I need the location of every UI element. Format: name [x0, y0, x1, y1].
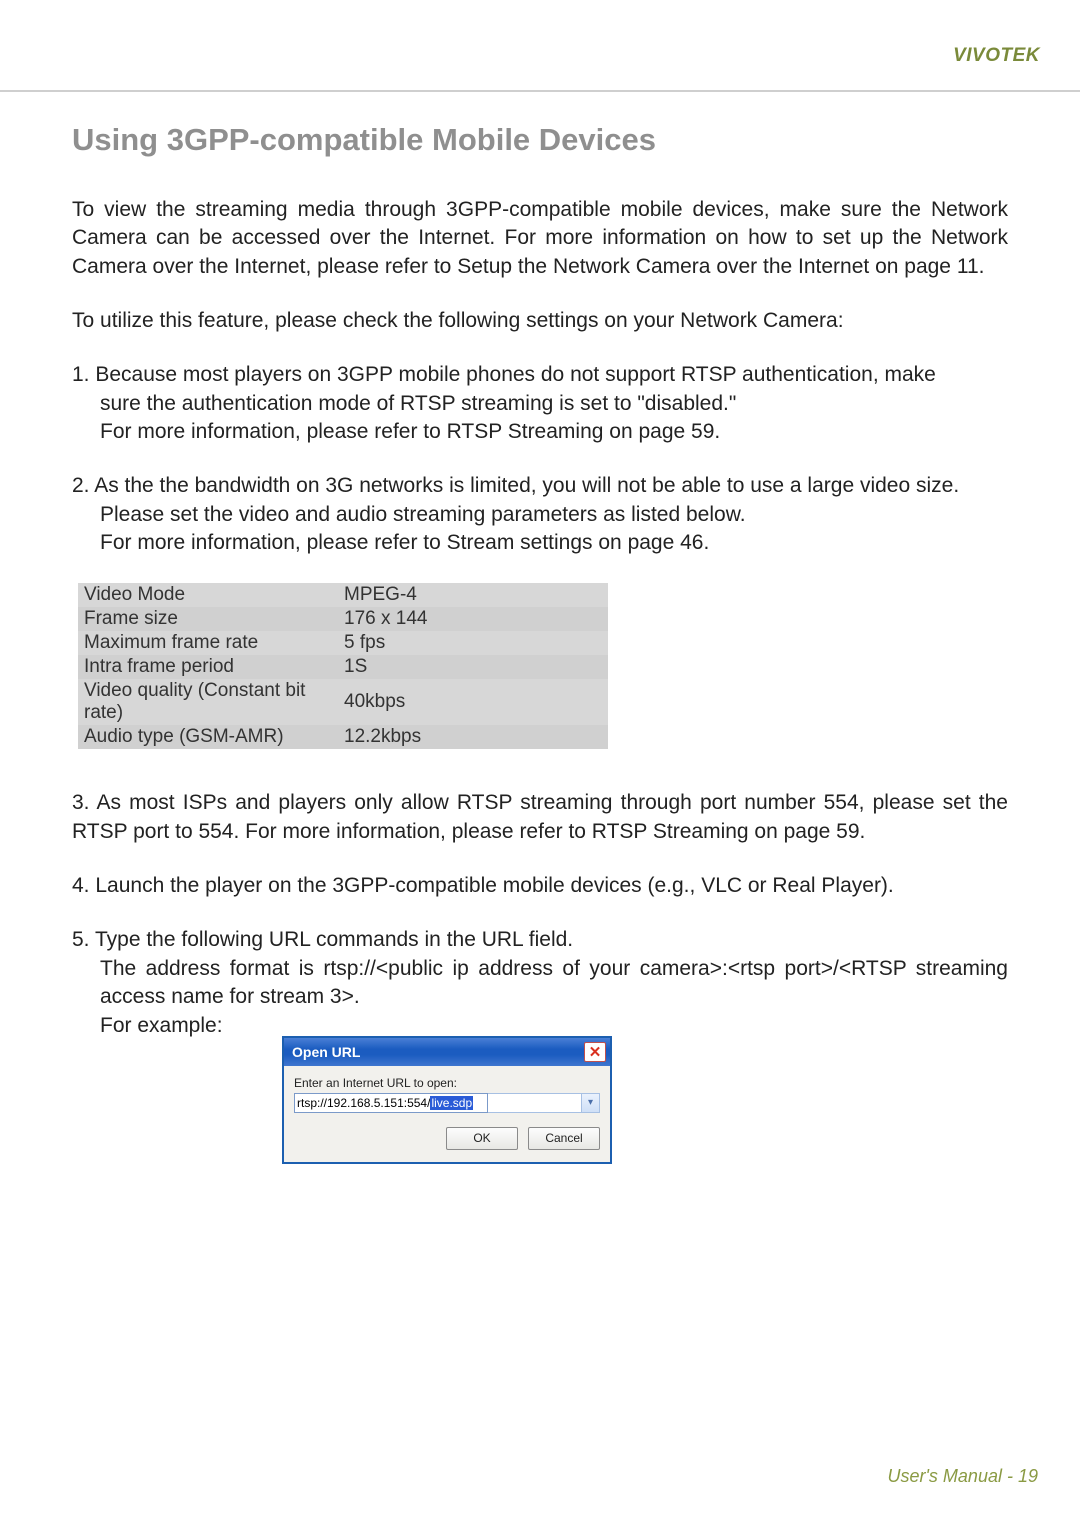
list-item-1-line3: For more information, please refer to RT…	[72, 418, 1008, 446]
cancel-button[interactable]: Cancel	[528, 1127, 600, 1150]
table-row: Intra frame period 1S	[78, 655, 608, 679]
setting-value: 5 fps	[338, 631, 608, 655]
list-item-5-line1: 5. Type the following URL commands in th…	[72, 926, 1008, 954]
list-item-5: 5. Type the following URL commands in th…	[72, 926, 1008, 1039]
settings-table: Video Mode MPEG-4 Frame size 176 x 144 M…	[78, 583, 608, 749]
setting-label: Video quality (Constant bit rate)	[78, 679, 338, 725]
table-row: Video quality (Constant bit rate) 40kbps	[78, 679, 608, 725]
list-item-1: 1. Because most players on 3GPP mobile p…	[72, 361, 1008, 446]
setting-label: Video Mode	[78, 583, 338, 607]
setting-value: 1S	[338, 655, 608, 679]
utilize-paragraph: To utilize this feature, please check th…	[72, 307, 1008, 335]
list-item-2-line1: 2. As the the bandwidth on 3G networks i…	[72, 472, 1008, 500]
url-input-text: rtsp://192.168.5.151:554/	[297, 1096, 430, 1110]
setting-label: Audio type (GSM-AMR)	[78, 725, 338, 749]
close-button[interactable]: ✕	[584, 1042, 606, 1062]
page-header: VIVOTEK	[0, 0, 1080, 90]
setting-value: 12.2kbps	[338, 725, 608, 749]
open-url-dialog: Open URL ✕ Enter an Internet URL to open…	[282, 1036, 612, 1164]
setting-value: 176 x 144	[338, 607, 608, 631]
list-item-1-line2: sure the authentication mode of RTSP str…	[72, 390, 1008, 418]
chevron-down-icon: ▾	[581, 1094, 599, 1112]
close-icon: ✕	[589, 1043, 602, 1061]
list-item-2: 2. As the the bandwidth on 3G networks i…	[72, 472, 1008, 557]
dialog-body: Enter an Internet URL to open: rtsp://19…	[284, 1066, 610, 1162]
table-row: Video Mode MPEG-4	[78, 583, 608, 607]
url-row: rtsp://192.168.5.151:554/live.sdp ▾	[294, 1093, 600, 1113]
list-item-2-line2: Please set the video and audio streaming…	[72, 501, 1008, 529]
table-row: Audio type (GSM-AMR) 12.2kbps	[78, 725, 608, 749]
list-item-4: 4. Launch the player on the 3GPP-compati…	[72, 872, 1008, 900]
intro-paragraph: To view the streaming media through 3GPP…	[72, 196, 1008, 281]
dialog-titlebar: Open URL ✕	[284, 1038, 610, 1066]
dialog-title: Open URL	[292, 1044, 360, 1060]
setting-label: Frame size	[78, 607, 338, 631]
dialog-prompt: Enter an Internet URL to open:	[294, 1076, 600, 1090]
footer-page-number: 19	[1018, 1466, 1038, 1486]
ok-button[interactable]: OK	[446, 1127, 518, 1150]
url-dropdown[interactable]: ▾	[488, 1093, 600, 1113]
url-input-selection: live.sdp	[430, 1096, 473, 1110]
page-content: Using 3GPP-compatible Mobile Devices To …	[0, 92, 1080, 1164]
url-input[interactable]: rtsp://192.168.5.151:554/live.sdp	[294, 1093, 488, 1113]
table-row: Maximum frame rate 5 fps	[78, 631, 608, 655]
setting-value: MPEG-4	[338, 583, 608, 607]
page-footer: User's Manual - 19	[887, 1466, 1038, 1487]
brand-label: VIVOTEK	[953, 45, 1040, 67]
list-item-1-line1: 1. Because most players on 3GPP mobile p…	[72, 361, 1008, 389]
list-item-2-line3: For more information, please refer to St…	[72, 529, 1008, 557]
setting-value: 40kbps	[338, 679, 608, 725]
footer-label: User's Manual -	[887, 1466, 1017, 1486]
list-item-5-line2: The address format is rtsp://<public ip …	[72, 955, 1008, 1012]
section-title: Using 3GPP-compatible Mobile Devices	[72, 122, 1008, 158]
setting-label: Intra frame period	[78, 655, 338, 679]
open-url-dialog-wrap: Open URL ✕ Enter an Internet URL to open…	[282, 1036, 1008, 1164]
list-item-3: 3. As most ISPs and players only allow R…	[72, 789, 1008, 846]
table-row: Frame size 176 x 144	[78, 607, 608, 631]
setting-label: Maximum frame rate	[78, 631, 338, 655]
dialog-button-row: OK Cancel	[294, 1127, 600, 1150]
